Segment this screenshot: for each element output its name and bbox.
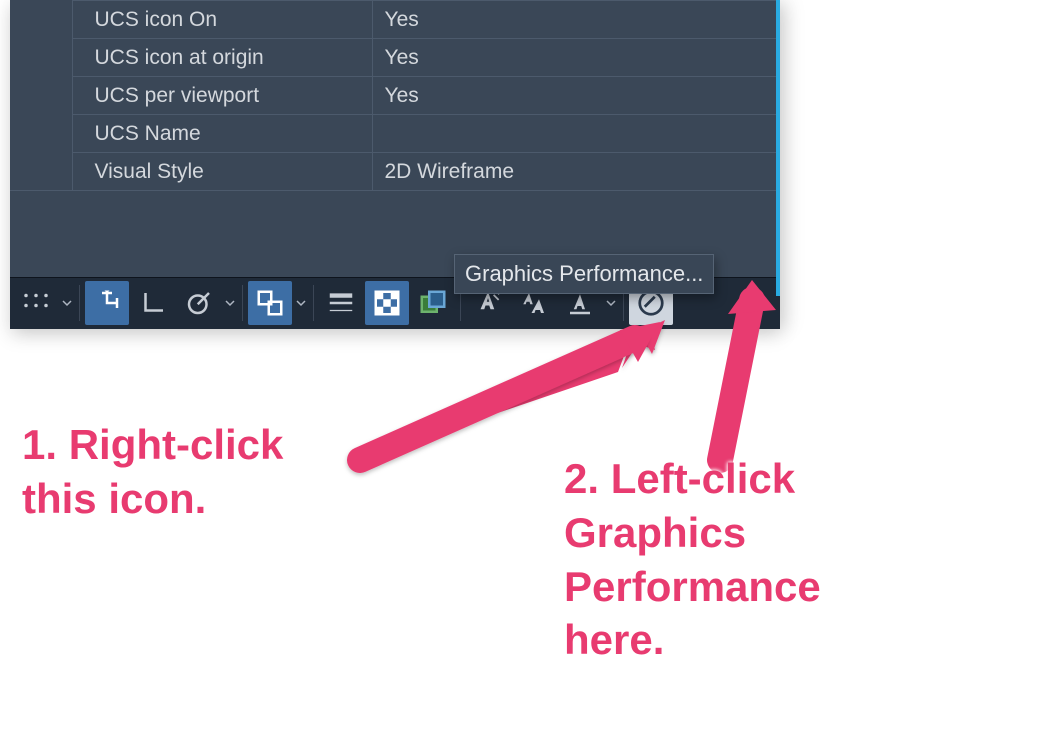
- context-menu-item[interactable]: Graphics Performance...: [465, 261, 703, 287]
- table-row[interactable]: UCS icon On Yes: [10, 1, 780, 39]
- chevron-down-icon[interactable]: [223, 298, 237, 308]
- grid-dots-icon[interactable]: [14, 281, 58, 325]
- separator: [79, 285, 80, 321]
- prop-value[interactable]: Yes: [372, 77, 780, 115]
- prop-label: Visual Style: [72, 153, 372, 191]
- transparency-icon[interactable]: [365, 281, 409, 325]
- separator: [242, 285, 243, 321]
- chevron-down-icon[interactable]: [604, 298, 618, 308]
- table-gutter: [10, 1, 72, 191]
- table-row[interactable]: Visual Style 2D Wireframe: [10, 153, 780, 191]
- prop-label: UCS icon at origin: [72, 39, 372, 77]
- polar-icon[interactable]: [177, 281, 221, 325]
- context-menu: Graphics Performance...: [454, 254, 714, 294]
- selection-cycling-icon[interactable]: [411, 281, 455, 325]
- separator: [313, 285, 314, 321]
- prop-label: UCS Name: [72, 115, 372, 153]
- prop-value[interactable]: Yes: [372, 39, 780, 77]
- annotation-step-2: 2. Left-click Graphics Performance here.: [564, 452, 821, 667]
- lineweight-icon[interactable]: [319, 281, 363, 325]
- ortho-icon[interactable]: [131, 281, 175, 325]
- accent-strip: [776, 0, 780, 296]
- prop-value[interactable]: [372, 115, 780, 153]
- prop-value[interactable]: Yes: [372, 1, 780, 39]
- chevron-down-icon[interactable]: [294, 298, 308, 308]
- chevron-down-icon[interactable]: [60, 298, 74, 308]
- annotation-step-1: 1. Right-click this icon.: [22, 418, 283, 526]
- prop-label: UCS icon On: [72, 1, 372, 39]
- table-row[interactable]: UCS icon at origin Yes: [10, 39, 780, 77]
- prop-label: UCS per viewport: [72, 77, 372, 115]
- table-row[interactable]: UCS Name: [10, 115, 780, 153]
- properties-table: UCS icon On Yes UCS icon at origin Yes U…: [10, 0, 780, 277]
- prop-value[interactable]: 2D Wireframe: [372, 153, 780, 191]
- osnap-icon[interactable]: [248, 281, 292, 325]
- table-row[interactable]: UCS per viewport Yes: [10, 77, 780, 115]
- snap-mode-icon[interactable]: [85, 281, 129, 325]
